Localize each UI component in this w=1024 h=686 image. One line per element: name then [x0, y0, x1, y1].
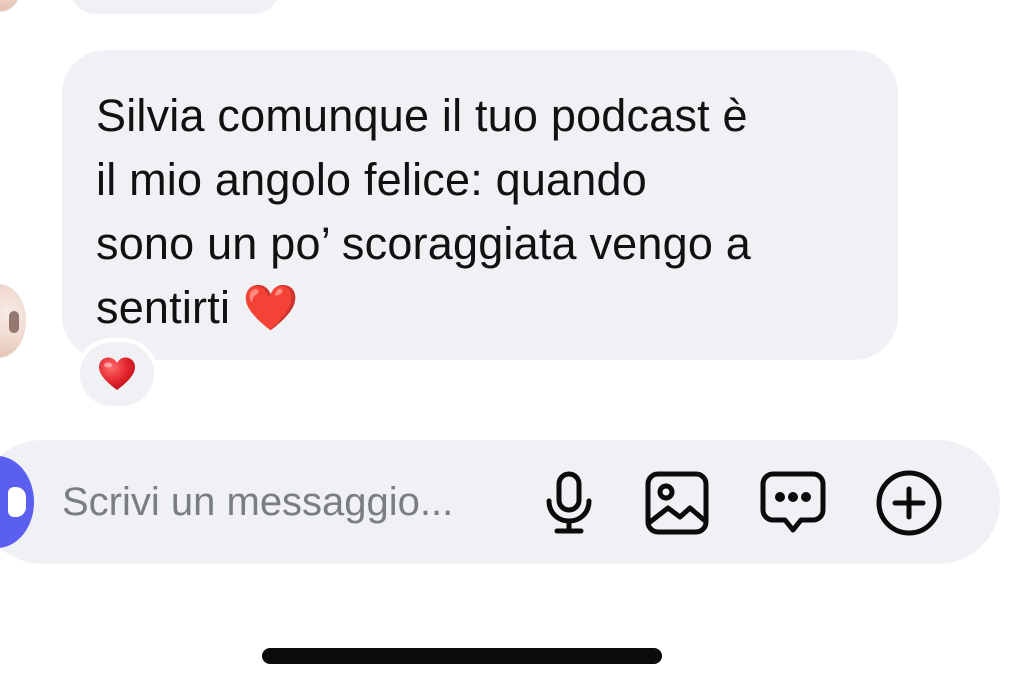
sender-avatar[interactable]	[0, 284, 26, 358]
heart-icon	[99, 357, 135, 390]
microphone-icon	[546, 471, 592, 534]
message-text: Silvia comunque il tuo podcast è il mio …	[96, 90, 752, 333]
plus-circle-icon	[876, 470, 942, 536]
message-input[interactable]: Scrivi un messaggio...	[62, 478, 453, 526]
chat-bubble-icon	[760, 471, 826, 533]
previous-message-bubble[interactable]	[70, 0, 280, 14]
chat-options-button[interactable]	[758, 468, 828, 538]
sender-avatar-previous[interactable]	[0, 0, 20, 12]
chat-screen: Silvia comunque il tuo podcast è il mio …	[0, 0, 1024, 686]
add-button[interactable]	[874, 468, 944, 538]
microphone-button[interactable]	[534, 468, 604, 538]
camera-icon	[8, 487, 26, 517]
image-icon	[645, 471, 709, 535]
gallery-button[interactable]	[642, 468, 712, 538]
home-indicator[interactable]	[262, 648, 662, 664]
message-bubble[interactable]: Silvia comunque il tuo podcast è il mio …	[62, 50, 898, 360]
message-reaction[interactable]	[76, 338, 158, 410]
